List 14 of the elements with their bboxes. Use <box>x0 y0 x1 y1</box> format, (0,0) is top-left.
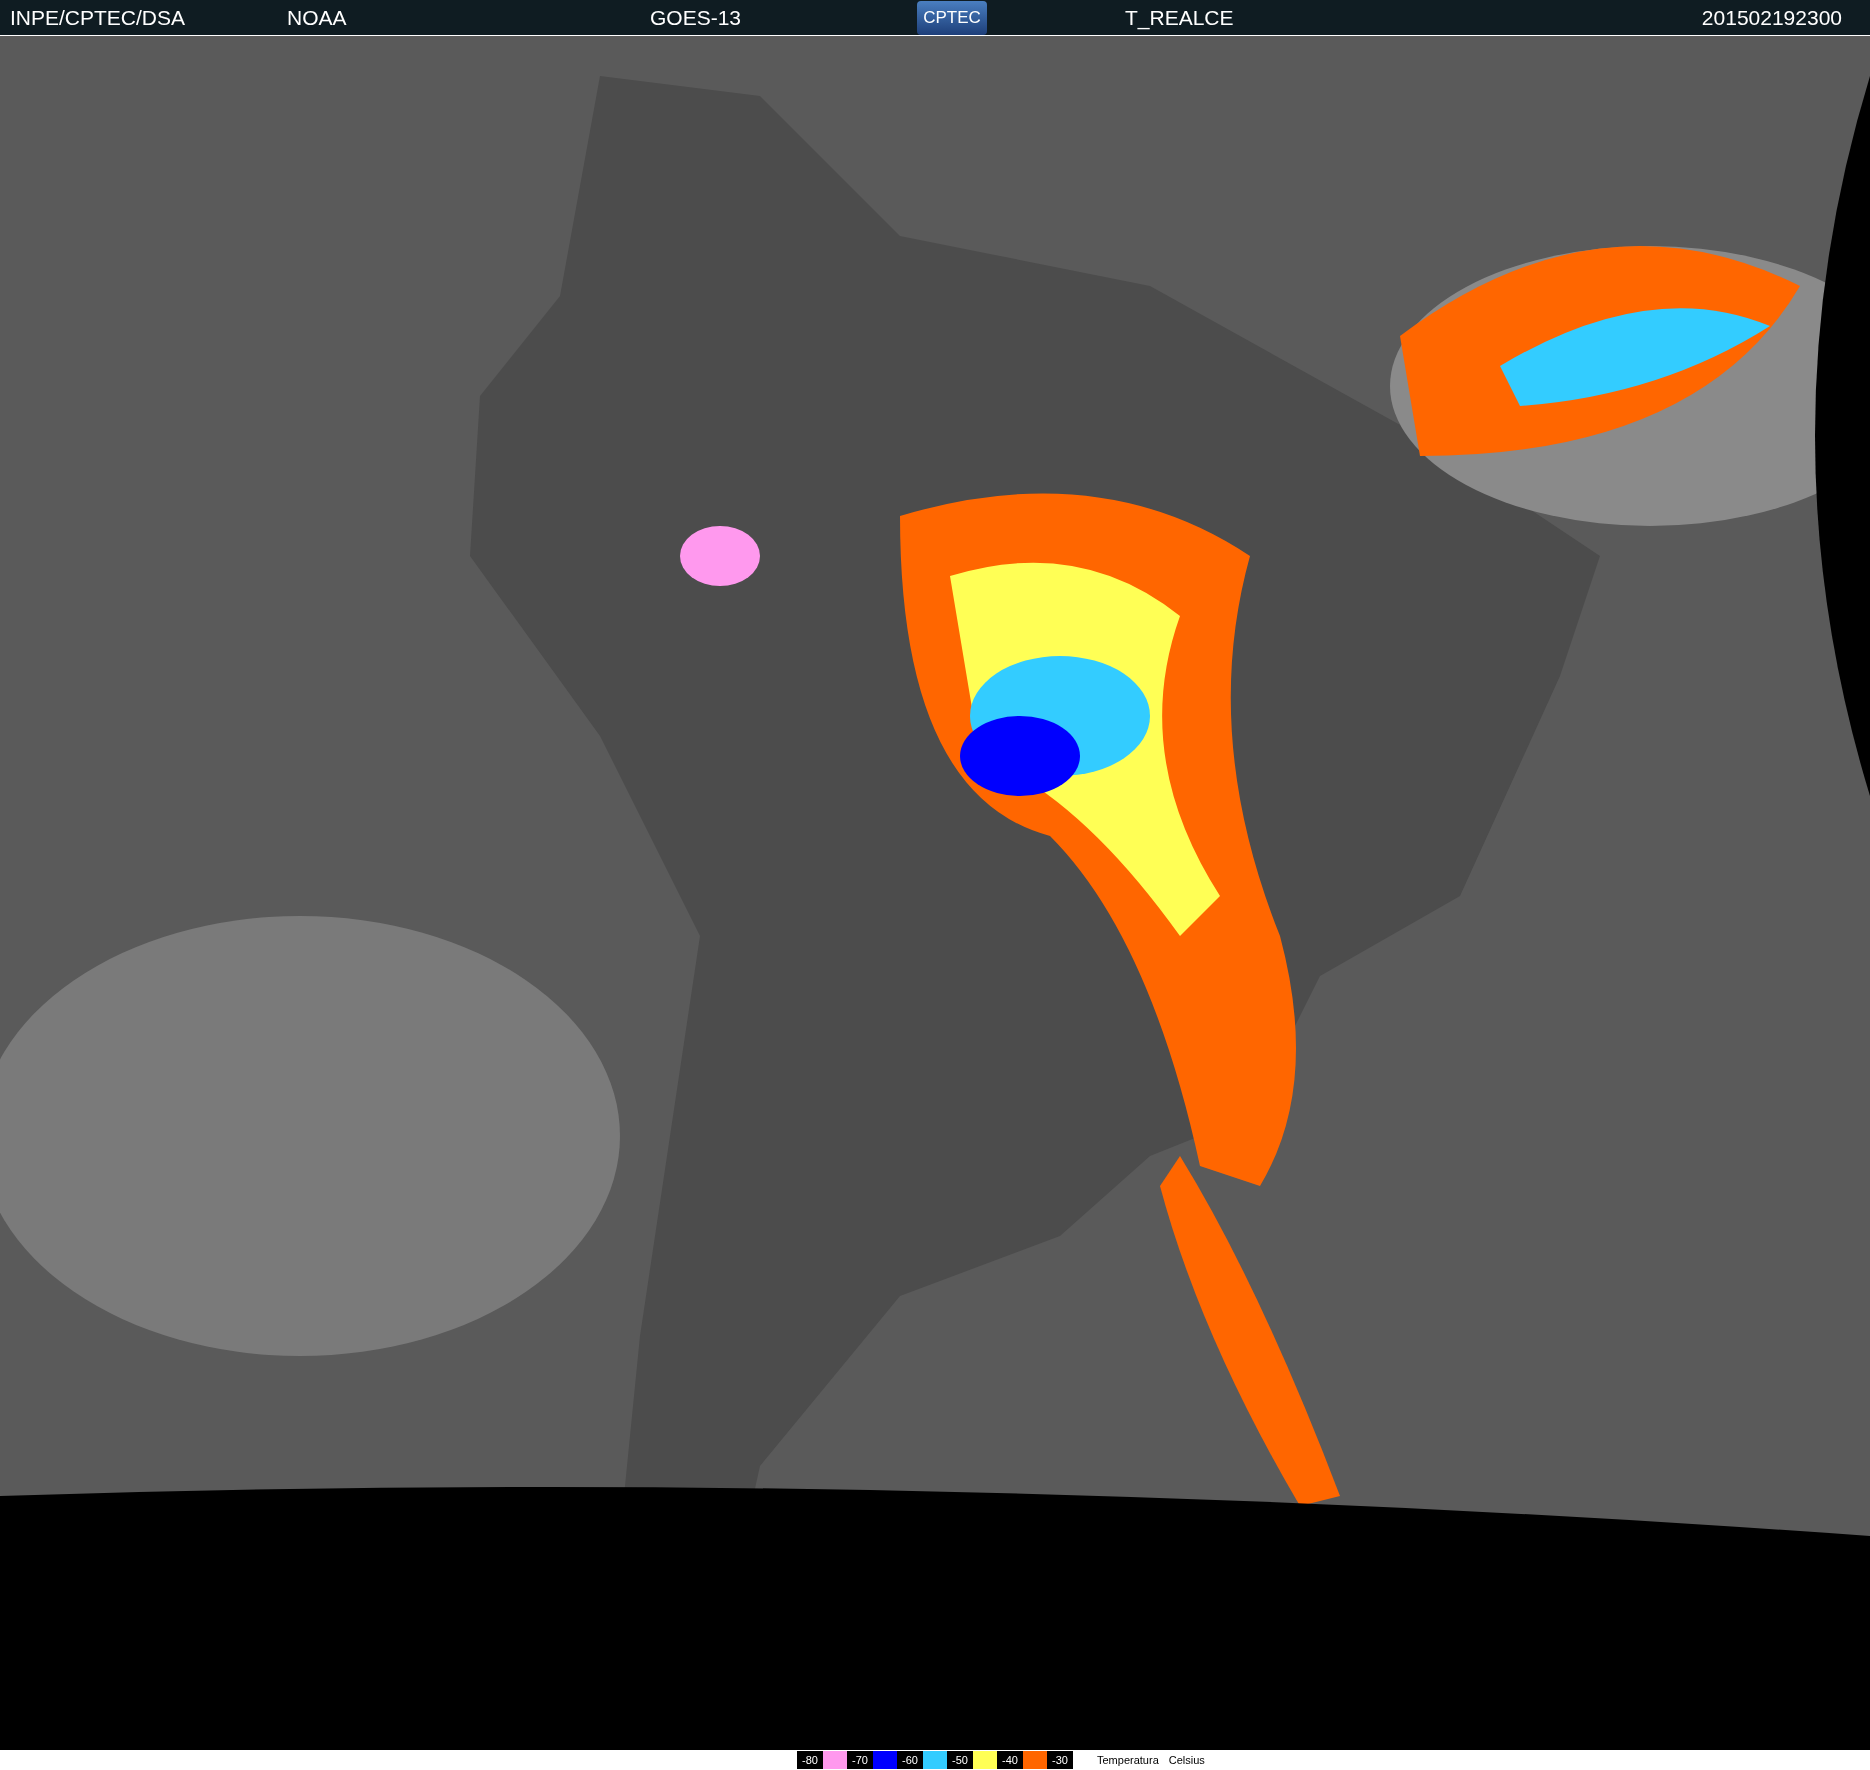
legend-value: -60 <box>897 1751 923 1769</box>
logo: CPTEC <box>917 0 987 35</box>
legend-value: -80 <box>797 1751 823 1769</box>
product-label: T_REALCE <box>1125 4 1235 32</box>
timestamp-label: 201502192300 <box>1701 4 1842 31</box>
legend-value: -50 <box>947 1751 973 1769</box>
legend-value: -40 <box>997 1751 1023 1769</box>
legend-unit: Celsius <box>1168 1752 1205 1768</box>
source-label: INPE/CPTEC/DSA <box>10 4 187 31</box>
satellite-label: GOES-13 <box>650 4 743 31</box>
legend-value: -70 <box>847 1751 873 1769</box>
legend-value: -30 <box>1047 1751 1073 1769</box>
agency-label: NOAA <box>287 4 348 31</box>
legend-caption: Temperatura <box>1097 1752 1159 1768</box>
